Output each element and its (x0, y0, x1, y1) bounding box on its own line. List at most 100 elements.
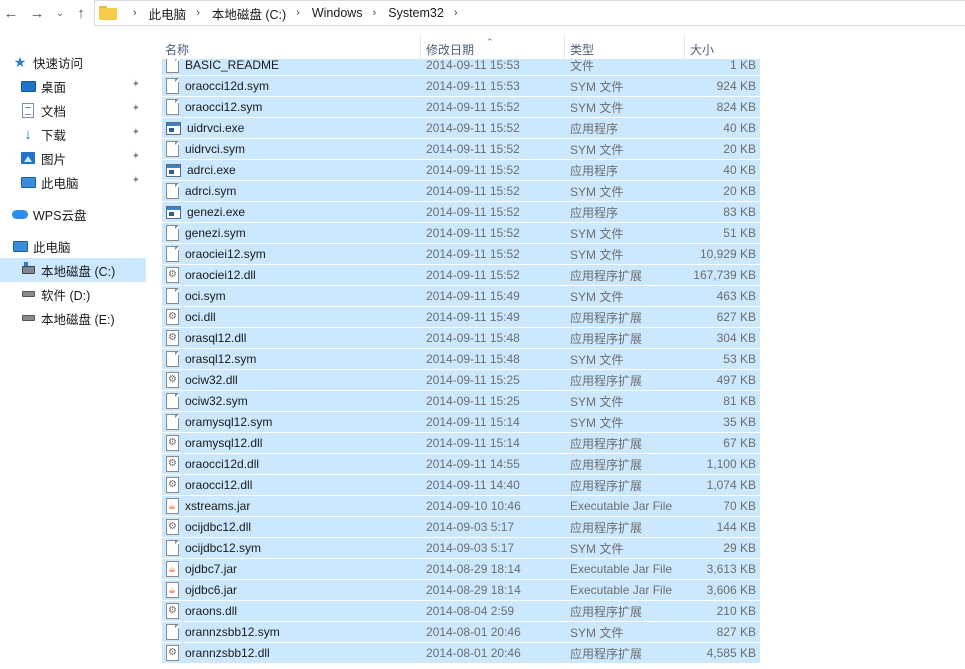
sidebar-item-quick-access[interactable]: ★ 快速访问 (0, 50, 146, 74)
file-name-cell[interactable]: uidrvci.sym (166, 139, 416, 159)
chevron-right-icon[interactable]: › (454, 7, 458, 19)
file-name-cell[interactable]: oraocci12.sym (166, 97, 416, 117)
file-size: 40 KB (723, 121, 756, 135)
file-name-cell[interactable]: oraocci12d.sym (166, 76, 416, 96)
file-row[interactable]: orannzsbb12.dll 2014-08-01 20:46 应用程序扩展 4,5… (162, 643, 760, 663)
file-name-cell[interactable]: oraons.dll (166, 601, 416, 621)
file-row[interactable]: ocijdbc12.sym 2014-09-03 5:17 SYM 文件 29 KB (162, 538, 760, 558)
file-row[interactable]: orasql12.dll 2014-09-11 15:48 应用程序扩展 304 KB (162, 328, 760, 348)
pin-icon[interactable]: ✦ (132, 127, 140, 138)
file-name-cell[interactable]: orannzsbb12.dll (166, 643, 416, 663)
file-name-cell[interactable]: ociw32.sym (166, 391, 416, 411)
sidebar-item-wps-cloud[interactable]: WPS云盘 (0, 202, 146, 226)
sidebar-item-this-pc[interactable]: 此电脑 (0, 234, 146, 258)
breadcrumb-windows[interactable]: Windows (312, 6, 363, 20)
java-jar-icon (166, 498, 179, 514)
file-row[interactable]: BASIC_README 2014-09-11 15:53 文件 1 KB (162, 59, 760, 75)
file-size: 144 KB (716, 520, 756, 534)
file-name-cell[interactable]: ocijdbc12.sym (166, 538, 416, 558)
java-jar-icon (166, 561, 179, 577)
pin-icon[interactable]: ✦ (132, 79, 140, 90)
back-arrow-icon[interactable]: ← (0, 2, 22, 24)
file-name-cell[interactable]: oci.sym (166, 286, 416, 306)
chevron-right-icon[interactable]: › (196, 7, 200, 19)
file-row[interactable]: oraociei12.sym 2014-09-11 15:52 SYM 文件 10,9… (162, 244, 760, 264)
chevron-right-icon[interactable]: › (373, 7, 377, 19)
file-row[interactable]: genezi.sym 2014-09-11 15:52 SYM 文件 51 KB (162, 223, 760, 243)
file-name: oraociei12.dll (185, 268, 256, 282)
file-row[interactable]: genezi.exe 2014-09-11 15:52 应用程序 83 KB (162, 202, 760, 222)
file-row[interactable]: oraocci12.dll 2014-09-11 14:40 应用程序扩展 1,074… (162, 475, 760, 495)
sidebar-item-downloads[interactable]: ↓ 下载 ✦ (0, 122, 146, 146)
sidebar-item-label: WPS云盘 (33, 208, 87, 223)
file-name-cell[interactable]: oraociei12.dll (166, 265, 416, 285)
file-row[interactable]: xstreams.jar 2014-09-10 10:46 Executable J… (162, 496, 760, 516)
file-name-cell[interactable]: adrci.exe (166, 160, 416, 180)
file-name-cell[interactable]: genezi.exe (166, 202, 416, 222)
file-row[interactable]: oramysql12.dll 2014-09-11 15:14 应用程序扩展 67 K… (162, 433, 760, 453)
file-row[interactable]: ociw32.sym 2014-09-11 15:25 SYM 文件 81 KB (162, 391, 760, 411)
file-row[interactable]: adrci.sym 2014-09-11 15:52 SYM 文件 20 KB (162, 181, 760, 201)
file-row[interactable]: oraocci12.sym 2014-09-11 15:52 SYM 文件 824 K… (162, 97, 760, 117)
pin-icon[interactable]: ✦ (132, 175, 140, 186)
file-row[interactable]: uidrvci.exe 2014-09-11 15:52 应用程序 40 KB (162, 118, 760, 138)
file-row[interactable]: oramysql12.sym 2014-09-11 15:14 SYM 文件 35 K… (162, 412, 760, 432)
file-row[interactable]: oraocci12d.dll 2014-09-11 14:55 应用程序扩展 1,10… (162, 454, 760, 474)
file-row[interactable]: oraocci12d.sym 2014-09-11 15:53 SYM 文件 924 … (162, 76, 760, 96)
file-name-cell[interactable]: ojdbc6.jar (166, 580, 416, 600)
file-name-cell[interactable]: oraociei12.sym (166, 244, 416, 264)
dll-gear-icon (166, 645, 179, 661)
pin-icon[interactable]: ✦ (132, 103, 140, 114)
file-row[interactable]: orasql12.sym 2014-09-11 15:48 SYM 文件 53 KB (162, 349, 760, 369)
file-row[interactable]: oraociei12.dll 2014-09-11 15:52 应用程序扩展 167,… (162, 265, 760, 285)
file-name-cell[interactable]: ocijdbc12.dll (166, 517, 416, 537)
breadcrumb-drive-c[interactable]: 本地磁盘 (C:) (212, 4, 286, 23)
file-name-cell[interactable]: BASIC_README (166, 59, 416, 75)
file-size: 1,074 KB (706, 478, 756, 492)
file-name-cell[interactable]: orannzsbb12.sym (166, 622, 416, 642)
file-name-cell[interactable]: uidrvci.exe (166, 118, 416, 138)
file-name-cell[interactable]: ociw32.dll (166, 370, 416, 390)
file-name-cell[interactable]: adrci.sym (166, 181, 416, 201)
file-row[interactable]: oci.dll 2014-09-11 15:49 应用程序扩展 627 KB (162, 307, 760, 327)
sidebar-item-documents[interactable]: 文档 ✦ (0, 98, 146, 122)
sidebar-item-drive-c[interactable]: 本地磁盘 (C:) (0, 258, 146, 282)
file-name-cell[interactable]: ojdbc7.jar (166, 559, 416, 579)
file-name-cell[interactable]: orasql12.dll (166, 328, 416, 348)
address-bar[interactable]: › 此电脑 › 本地磁盘 (C:) › Windows › System32 › (94, 0, 965, 26)
file-row[interactable]: ojdbc6.jar 2014-08-29 18:14 Executable Jar… (162, 580, 760, 600)
file-name-cell[interactable]: orasql12.sym (166, 349, 416, 369)
file-row[interactable]: ocijdbc12.dll 2014-09-03 5:17 应用程序扩展 144 KB (162, 517, 760, 537)
file-name-cell[interactable]: oraocci12.dll (166, 475, 416, 495)
file-row[interactable]: ojdbc7.jar 2014-08-29 18:14 Executable Jar… (162, 559, 760, 579)
file-row[interactable]: adrci.exe 2014-09-11 15:52 应用程序 40 KB (162, 160, 760, 180)
sidebar-item-desktop[interactable]: 桌面 ✦ (0, 74, 146, 98)
file-date: 2014-09-11 15:53 (426, 59, 520, 72)
chevron-right-icon[interactable]: › (296, 7, 300, 19)
sidebar-item-pictures[interactable]: 图片 ✦ (0, 146, 146, 170)
file-row[interactable]: uidrvci.sym 2014-09-11 15:52 SYM 文件 20 KB (162, 139, 760, 159)
file-row[interactable]: oraons.dll 2014-08-04 2:59 应用程序扩展 210 KB (162, 601, 760, 621)
sidebar-item-this-pc-pinned[interactable]: 此电脑 ✦ (0, 170, 146, 194)
file-row[interactable]: oci.sym 2014-09-11 15:49 SYM 文件 463 KB (162, 286, 760, 306)
file-date: 2014-09-10 10:46 (426, 499, 521, 513)
breadcrumb-system32[interactable]: System32 (388, 6, 444, 20)
file-icon (166, 225, 179, 241)
file-name-cell[interactable]: oramysql12.dll (166, 433, 416, 453)
up-arrow-icon[interactable]: ↑ (70, 2, 92, 24)
file-name-cell[interactable]: oramysql12.sym (166, 412, 416, 432)
sidebar-item-drive-e[interactable]: 本地磁盘 (E:) (0, 306, 146, 330)
file-name-cell[interactable]: genezi.sym (166, 223, 416, 243)
file-name: orasql12.sym (185, 352, 257, 366)
breadcrumb-this-pc[interactable]: 此电脑 (149, 4, 187, 23)
file-name-cell[interactable]: oci.dll (166, 307, 416, 327)
file-row[interactable]: ociw32.dll 2014-09-11 15:25 应用程序扩展 497 KB (162, 370, 760, 390)
file-row[interactable]: orannzsbb12.sym 2014-08-01 20:46 SYM 文件 827… (162, 622, 760, 642)
file-name-cell[interactable]: oraocci12d.dll (166, 454, 416, 474)
pin-icon[interactable]: ✦ (132, 151, 140, 162)
sidebar-item-drive-d[interactable]: 软件 (D:) (0, 282, 146, 306)
file-name-cell[interactable]: xstreams.jar (166, 496, 416, 516)
forward-arrow-icon[interactable]: → (26, 2, 48, 24)
recent-locations-icon[interactable]: ⌄ (53, 2, 67, 24)
chevron-right-icon[interactable]: › (133, 7, 137, 19)
